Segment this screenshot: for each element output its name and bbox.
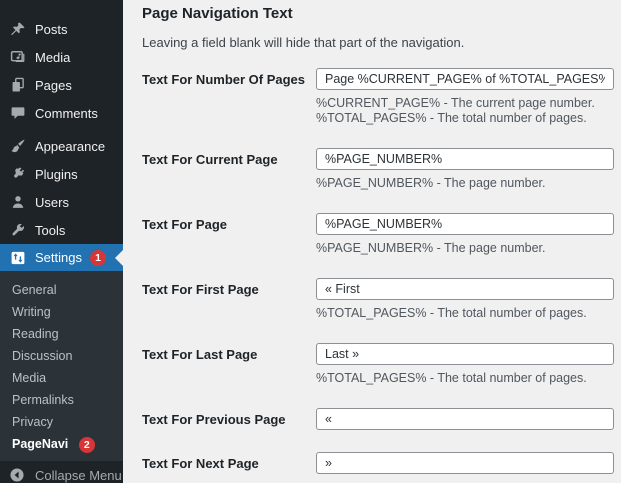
submenu-item-label: Privacy [12,415,53,429]
sidebar-item-label: Tools [35,222,66,238]
field-row-number-of-pages: Text For Number Of Pages %CURRENT_PAGE% … [142,67,614,126]
collapse-menu-label: Collapse Menu [35,467,122,483]
field-label: Text For Next Page [142,455,259,471]
sidebar-item-settings[interactable]: Settings 1 [0,244,123,271]
collapse-menu-button[interactable]: Collapse Menu [0,461,123,483]
pagenavi-update-badge: 2 [78,437,95,453]
sidebar-item-label: Settings [35,250,82,265]
sidebar-item-plugins[interactable]: Plugins [0,160,123,188]
pushpin-icon [9,21,26,38]
field-row-page: Text For Page %PAGE_NUMBER% - The page n… [142,212,614,256]
field-label: Text For Page [142,216,228,232]
plug-icon [9,166,26,183]
submenu-item-label: Reading [12,327,59,341]
submenu-item-privacy[interactable]: Privacy [0,411,123,433]
submenu-item-general[interactable]: General [0,279,123,301]
sidebar-item-tools[interactable]: Tools [0,216,123,244]
sidebar-item-comments[interactable]: Comments [0,99,123,127]
sidebar-item-label: Users [35,194,69,210]
first-page-input[interactable] [316,277,614,300]
field-row-next-page: Text For Next Page [142,451,614,474]
field-label: Text For Previous Page [142,411,286,427]
admin-sidebar: Posts Media Pages Comments Appearance Pl… [0,0,123,483]
field-label: Text For Number Of Pages [142,71,306,87]
submenu-item-label: General [12,283,57,297]
next-page-input[interactable] [316,451,614,474]
sliders-icon [9,249,26,266]
field-help-text: %TOTAL_PAGES% - The total number of page… [316,370,587,385]
sidebar-item-appearance[interactable]: Appearance [0,132,123,160]
submenu-item-pagenavi[interactable]: PageNavi 2 [0,433,123,455]
page-title: Page Navigation Text [142,5,293,22]
submenu-item-writing[interactable]: Writing [0,301,123,323]
field-row-last-page: Text For Last Page %TOTAL_PAGES% - The t… [142,342,614,386]
sidebar-item-pages[interactable]: Pages [0,71,123,99]
settings-submenu: General Writing Reading Discussion Media… [0,271,123,461]
submenu-item-label: Discussion [12,349,73,363]
page-input[interactable] [316,212,614,235]
previous-page-input[interactable] [316,407,614,430]
number-of-pages-input[interactable] [316,67,614,90]
submenu-item-label: Permalinks [12,393,74,407]
stacked-pages-icon [9,77,26,94]
submenu-item-label: PageNavi [12,437,69,451]
wrench-icon [9,222,26,239]
field-label: Text For Current Page [142,151,278,167]
settings-update-badge: 1 [89,249,106,266]
submenu-item-label: Media [12,371,47,385]
submenu-item-media[interactable]: Media [0,367,123,389]
field-row-current-page: Text For Current Page %PAGE_NUMBER% - Th… [142,147,614,191]
settings-page-content: Page Navigation Text Leaving a field bla… [123,0,621,483]
field-row-first-page: Text For First Page %TOTAL_PAGES% - The … [142,277,614,321]
circle-arrow-left-icon [9,467,26,483]
submenu-item-label: Writing [12,305,51,319]
field-help-text: %TOTAL_PAGES% - The total number of page… [316,110,587,125]
media-frame-icon [9,49,26,66]
sidebar-item-label: Pages [35,77,72,93]
submenu-item-discussion[interactable]: Discussion [0,345,123,367]
field-label: Text For First Page [142,281,259,297]
field-help-text: %PAGE_NUMBER% - The page number. [316,240,546,255]
page-subtitle: Leaving a field blank will hide that par… [142,34,465,50]
last-page-input[interactable] [316,342,614,365]
field-help-text: %CURRENT_PAGE% - The current page number… [316,95,595,110]
sidebar-item-label: Appearance [35,138,106,154]
sidebar-item-label: Plugins [35,166,78,182]
speech-bubble-icon [9,105,26,122]
sidebar-item-label: Media [35,49,71,65]
wordpress-admin-screen: Posts Media Pages Comments Appearance Pl… [0,0,621,483]
field-row-previous-page: Text For Previous Page [142,407,614,430]
submenu-item-reading[interactable]: Reading [0,323,123,345]
paintbrush-icon [9,138,26,155]
person-icon [9,194,26,211]
current-page-input[interactable] [316,147,614,170]
sidebar-item-media[interactable]: Media [0,43,123,71]
submenu-item-permalinks[interactable]: Permalinks [0,389,123,411]
sidebar-item-posts[interactable]: Posts [0,15,123,43]
field-label: Text For Last Page [142,346,258,362]
sidebar-item-label: Posts [35,21,68,37]
field-help-text: %TOTAL_PAGES% - The total number of page… [316,305,587,320]
field-help-text: %PAGE_NUMBER% - The page number. [316,175,546,190]
sidebar-item-users[interactable]: Users [0,188,123,216]
admin-menu: Posts Media Pages Comments Appearance Pl… [0,0,123,271]
sidebar-item-label: Comments [35,105,98,121]
